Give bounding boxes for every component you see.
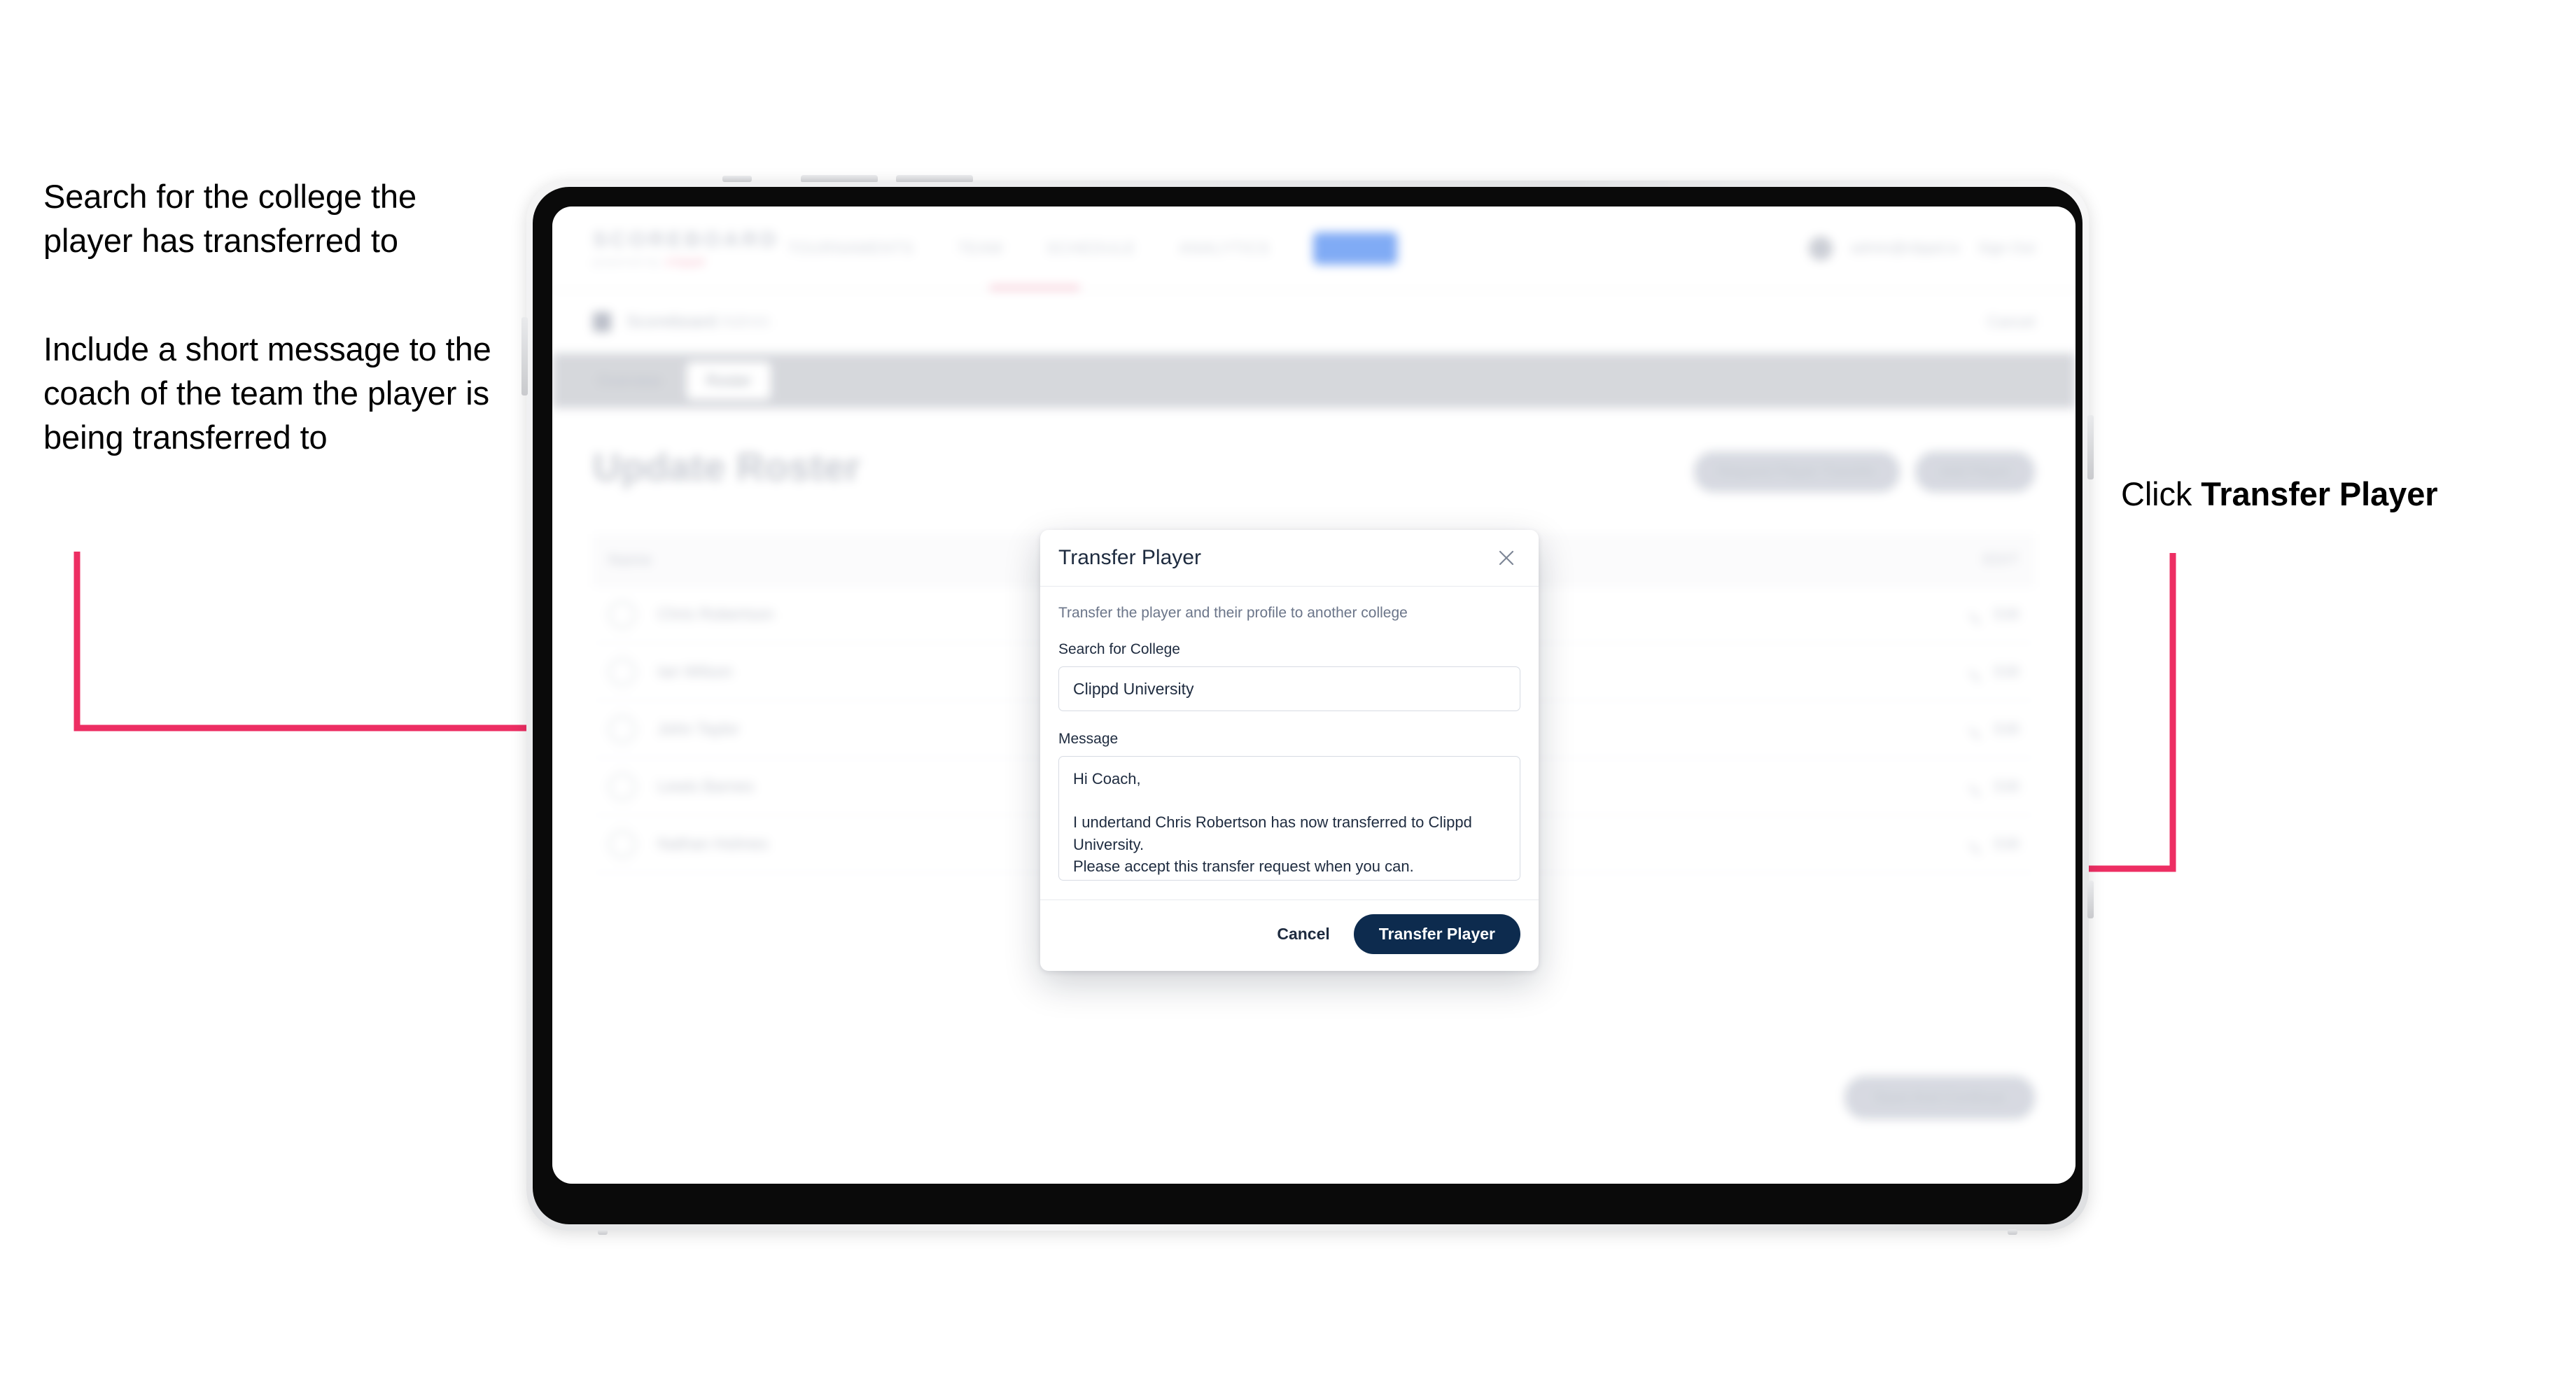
avatar <box>608 657 636 686</box>
edit-label: Edit <box>1994 720 2019 737</box>
edit-player-button[interactable]: Edit <box>1968 604 2019 624</box>
edit-player-button[interactable]: Edit <box>1968 719 2019 739</box>
modal-header: Transfer Player <box>1040 530 1539 587</box>
tablet-device-frame: SCOREBOARD powered by clippd TOURNAMENTS… <box>522 175 2094 1235</box>
pencil-icon <box>1968 719 1989 739</box>
message-label: Message <box>1058 731 1119 747</box>
nav-links: TOURNAMENTS TEAM SCHEDULE ANALYTICS ADMI… <box>788 232 1397 265</box>
device-power-button <box>522 317 528 396</box>
annotation-include-message: Include a short message to the coach of … <box>43 330 491 456</box>
nav-link-schedule[interactable]: SCHEDULE <box>1046 239 1136 258</box>
breadcrumb-secondary: Admin <box>720 312 771 331</box>
modal-subtitle: Transfer the player and their profile to… <box>1058 605 1408 621</box>
tab-overview[interactable]: Overview <box>578 362 681 400</box>
brand-name: SCOREBOARD <box>593 228 780 251</box>
avatar <box>608 772 636 801</box>
modal-footer: Cancel Transfer Player <box>1040 899 1539 971</box>
nav-user-email: admin@clippd.io <box>1850 239 1960 256</box>
screenshot-canvas: Search for the college the player has tr… <box>0 0 2576 1386</box>
search-college-input[interactable] <box>1058 666 1520 711</box>
message-textarea[interactable] <box>1058 756 1520 881</box>
annotation-search-college: Search for the college the player has tr… <box>43 178 417 259</box>
edit-label: Edit <box>1994 606 2019 622</box>
search-college-label: Search for College <box>1058 641 1180 657</box>
column-header-edit: EDIT <box>1983 551 2019 568</box>
player-name: Ian Wilson <box>657 662 733 680</box>
modal-title: Transfer Player <box>1058 546 1201 569</box>
device-camera-button <box>722 176 752 182</box>
brand-logo[interactable]: SCOREBOARD powered by clippd <box>593 228 780 268</box>
breadcrumb-primary: Scoreboard <box>626 312 718 331</box>
brand-sub-accent: clippd <box>665 256 705 268</box>
avatar <box>608 830 636 858</box>
nav-link-tournaments[interactable]: TOURNAMENTS <box>788 239 914 258</box>
tab-strip: Overview Roster <box>552 354 2076 408</box>
brand-sub-text: powered by <box>593 256 662 268</box>
transfer-player-modal: Transfer Player Transfer the player and … <box>1040 530 1539 971</box>
request-player-transfer-button[interactable]: Request Player Transfer <box>1693 451 1900 492</box>
brand-subtitle: powered by clippd <box>593 256 746 268</box>
tab-roster[interactable]: Roster <box>686 362 771 400</box>
pencil-icon <box>1968 662 1989 682</box>
avatar <box>608 715 636 743</box>
nav-signout-link[interactable]: Sign Out <box>1977 240 2035 257</box>
device-side-port-upper <box>2087 415 2094 479</box>
player-name: Chris Robertson <box>657 605 774 623</box>
page-header: Update Roster Request Player Transfer Ad… <box>593 444 2035 492</box>
nav-active-indicator <box>990 286 1079 290</box>
column-header-name: Name <box>608 550 652 568</box>
device-volume-up-button <box>801 175 878 182</box>
avatar <box>608 600 636 629</box>
breadcrumb-text[interactable]: Scoreboard Admin <box>626 312 770 332</box>
edit-label: Edit <box>1994 663 2019 680</box>
breadcrumb-cancel-link[interactable]: Cancel <box>1987 313 2035 331</box>
edit-player-button[interactable]: Edit <box>1968 776 2019 797</box>
page-title: Update Roster <box>593 445 861 489</box>
add-player-button[interactable]: Add Player <box>1915 451 2035 492</box>
edit-player-button[interactable]: Edit <box>1968 662 2019 682</box>
avatar[interactable] <box>1808 236 1833 260</box>
device-volume-down-button <box>896 175 973 182</box>
player-name: Nathan Holmes <box>657 834 769 853</box>
close-icon[interactable] <box>1494 545 1519 570</box>
player-name: John Taylor <box>657 720 740 738</box>
nav-link-admin[interactable]: ADMIN <box>1313 232 1397 265</box>
edit-label: Edit <box>1994 778 2019 794</box>
app-top-navbar: SCOREBOARD powered by clippd TOURNAMENTS… <box>552 206 2076 290</box>
pencil-icon <box>1968 834 1989 854</box>
edit-player-button[interactable]: Edit <box>1968 834 2019 854</box>
device-speaker-left <box>598 1229 608 1235</box>
nav-link-analytics[interactable]: ANALYTICS <box>1179 239 1270 258</box>
transfer-player-button[interactable]: Transfer Player <box>1353 914 1520 954</box>
device-speaker-right <box>2008 1229 2017 1235</box>
nav-user-area: admin@clippd.io Sign Out <box>1808 236 2035 260</box>
save-and-continue-button[interactable]: Save And Continue <box>1844 1076 2035 1119</box>
annotation-right-prefix: Click <box>2121 475 2202 512</box>
nav-link-team[interactable]: TEAM <box>958 239 1003 258</box>
annotation-right-emphasis: Transfer Player <box>2201 475 2438 512</box>
tablet-bezel: SCOREBOARD powered by clippd TOURNAMENTS… <box>533 187 2082 1224</box>
annotation-click-transfer-player: Click Transfer Player <box>2121 472 2555 517</box>
breadcrumb: Scoreboard Admin Cancel <box>552 290 2076 354</box>
pencil-icon <box>1968 604 1989 624</box>
edit-label: Edit <box>1994 835 2019 852</box>
page-header-actions: Request Player Transfer Add Player <box>1693 444 2035 492</box>
modal-body: Transfer the player and their profile to… <box>1040 587 1539 899</box>
tablet-screen: SCOREBOARD powered by clippd TOURNAMENTS… <box>552 206 2076 1184</box>
cancel-button[interactable]: Cancel <box>1273 918 1334 951</box>
player-name: Lewis Barnes <box>657 777 755 795</box>
pencil-icon <box>1968 776 1989 797</box>
shield-icon <box>593 312 611 332</box>
device-side-port-lower <box>2087 881 2094 918</box>
